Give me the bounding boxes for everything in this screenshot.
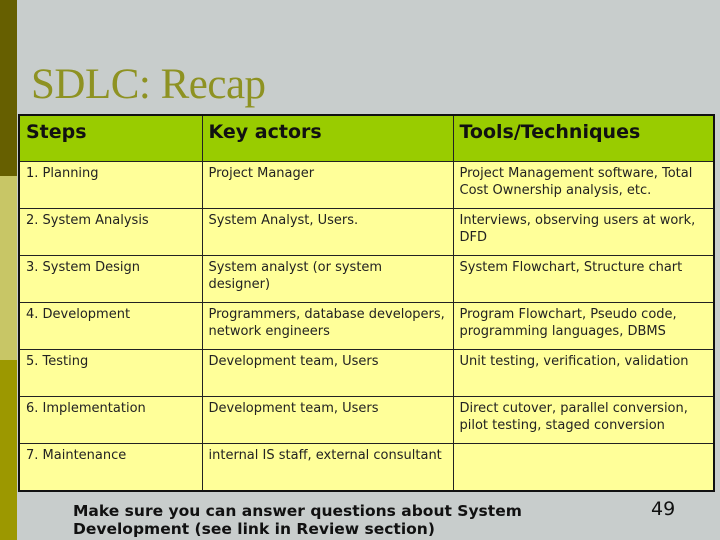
decorative-strip-middle (0, 176, 17, 360)
actors-cell: Development team, Users (201, 396, 454, 444)
tools-cell: Unit testing, verification, validation (452, 349, 715, 397)
tools-cell (452, 443, 715, 492)
table-row: 5. Testing Development team, Users Unit … (18, 349, 715, 397)
page-number: 49 (651, 498, 676, 520)
actors-cell: internal IS staff, external consultant (201, 443, 454, 492)
table-row: 1. Planning Project Manager Project Mana… (18, 161, 715, 209)
table-row: 3. System Design System analyst (or syst… (18, 255, 715, 303)
actors-cell: Development team, Users (201, 349, 454, 397)
actors-cell: System Analyst, Users. (201, 208, 454, 256)
tools-cell: System Flowchart, Structure chart (452, 255, 715, 303)
step-cell: 6. Implementation (18, 396, 203, 444)
decorative-strip-top (0, 0, 17, 176)
sdlc-table: Steps Key actors Tools/Techniques 1. Pla… (18, 114, 715, 492)
tools-cell: Direct cutover, parallel conversion, pil… (452, 396, 715, 444)
step-cell: 2. System Analysis (18, 208, 203, 256)
step-cell: 7. Maintenance (18, 443, 203, 492)
actors-cell: System analyst (or system designer) (201, 255, 454, 303)
table-row: 4. Development Programmers, database dev… (18, 302, 715, 350)
header-key-actors: Key actors (201, 114, 454, 162)
step-cell: 3. System Design (18, 255, 203, 303)
actors-cell: Programmers, database developers, networ… (201, 302, 454, 350)
slide-title: SDLC: Recap (31, 61, 266, 108)
header-tools-techniques: Tools/Techniques (452, 114, 715, 162)
step-cell: 5. Testing (18, 349, 203, 397)
step-cell: 1. Planning (18, 161, 203, 209)
tools-cell: Interviews, observing users at work, DFD (452, 208, 715, 256)
decorative-strip-bottom (0, 360, 17, 540)
step-cell: 4. Development (18, 302, 203, 350)
actors-cell: Project Manager (201, 161, 454, 209)
table-row: 6. Implementation Development team, User… (18, 396, 715, 444)
table-row: 7. Maintenance internal IS staff, extern… (18, 443, 715, 492)
table-row: 2. System Analysis System Analyst, Users… (18, 208, 715, 256)
footer-note: Make sure you can answer questions about… (73, 502, 522, 538)
header-steps: Steps (18, 114, 203, 162)
table-header-row: Steps Key actors Tools/Techniques (18, 114, 715, 162)
tools-cell: Program Flowchart, Pseudo code, programm… (452, 302, 715, 350)
tools-cell: Project Management software, Total Cost … (452, 161, 715, 209)
